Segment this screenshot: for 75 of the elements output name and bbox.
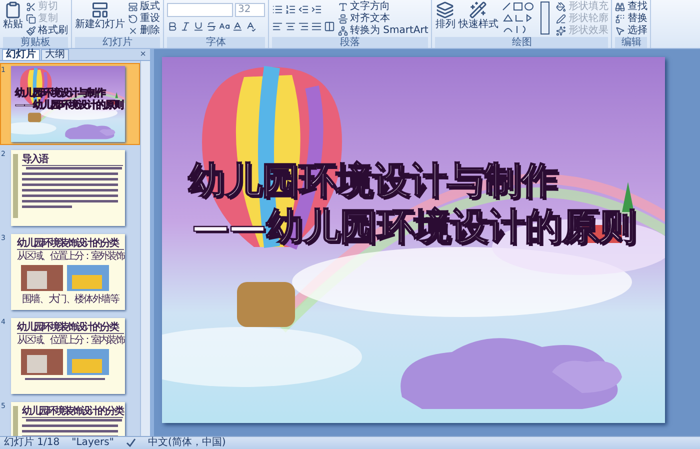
align-right-icon[interactable] bbox=[298, 21, 309, 32]
bold-icon[interactable] bbox=[167, 21, 178, 32]
theme-name: "Layers" bbox=[72, 437, 114, 449]
slide-thumbnail[interactable]: 幼儿园环境装饰设计的分类 bbox=[11, 402, 125, 436]
thumbnail-title: 幼儿园环境装饰设计的分类 bbox=[17, 238, 124, 250]
slide-thumbnail[interactable]: 幼儿园环境装饰设计的分类 从区域、位置上分：室外装饰 围墙、大门、楼体外墙等 bbox=[11, 234, 125, 310]
spellcheck-icon[interactable] bbox=[126, 438, 136, 448]
align-left-icon[interactable] bbox=[272, 21, 283, 32]
fill-icon bbox=[556, 2, 566, 12]
ribbon-command[interactable]: 替换 bbox=[615, 13, 648, 25]
ribbon-button[interactable]: 新建幻灯片 bbox=[75, 1, 125, 30]
ribbon-button[interactable]: 排列 bbox=[435, 1, 456, 30]
numbered-list-icon[interactable] bbox=[285, 4, 296, 15]
ribbon-command[interactable]: 转换为 SmartArt bbox=[338, 25, 428, 37]
ribbon-command[interactable]: 文字方向 bbox=[338, 1, 428, 13]
layout-icon bbox=[91, 1, 109, 19]
outdent-icon[interactable] bbox=[298, 4, 309, 15]
ribbon-command[interactable]: 格式刷 bbox=[26, 25, 68, 37]
language-label: 中文(简体，中国) bbox=[148, 437, 226, 449]
thumbnail-caption: 围墙、大门、楼体外墙等 bbox=[20, 294, 120, 305]
slide-thumbnail[interactable]: 导入语 bbox=[11, 150, 125, 226]
group-label: 幻灯片 bbox=[75, 37, 160, 48]
close-button[interactable]: × bbox=[136, 50, 150, 60]
diagram-icon bbox=[338, 26, 348, 36]
command-icon bbox=[469, 1, 488, 19]
ribbon-command[interactable]: 版式 bbox=[128, 1, 160, 13]
thumbnail-subtitle: 从区域、位置上分：室内装饰 bbox=[17, 335, 124, 346]
paintbrush-icon bbox=[26, 26, 36, 36]
ribbon-command[interactable]: 对齐文本 bbox=[338, 13, 428, 25]
group-label: 字体 bbox=[167, 37, 265, 48]
panel-tab[interactable]: 大纲 bbox=[41, 49, 69, 60]
ribbon-command[interactable]: 选择 bbox=[615, 25, 648, 37]
columns-icon[interactable] bbox=[324, 21, 335, 32]
group-label: 段落 bbox=[272, 37, 428, 48]
ribbon-command[interactable]: 重设 bbox=[128, 13, 160, 25]
align-center-icon[interactable] bbox=[285, 21, 296, 32]
slide-thumbnail[interactable]: 幼儿园环境装饰设计的分类 从区域、位置上分：室内装饰 bbox=[11, 318, 125, 394]
thumbnail-title: 导入语 bbox=[22, 154, 123, 166]
panel-tab[interactable]: 幻灯片 bbox=[2, 49, 40, 60]
text-direction-icon bbox=[338, 2, 348, 12]
copy-icon bbox=[26, 14, 36, 24]
group-label: 编辑 bbox=[615, 37, 648, 48]
spacing-icon[interactable] bbox=[245, 21, 256, 32]
sparkle-icon bbox=[556, 26, 566, 36]
group-label: 绘图 bbox=[435, 37, 608, 48]
delete-icon bbox=[128, 26, 138, 36]
reset-icon bbox=[128, 14, 138, 24]
case-icon[interactable] bbox=[219, 21, 230, 32]
align-icon bbox=[338, 14, 348, 24]
underline-icon[interactable] bbox=[193, 21, 204, 32]
strikethrough-icon[interactable] bbox=[206, 21, 217, 32]
ribbon-button[interactable]: 粘贴 bbox=[3, 1, 23, 30]
scrollbar[interactable] bbox=[140, 61, 150, 436]
pointer-icon bbox=[615, 26, 626, 36]
indent-icon[interactable] bbox=[311, 4, 322, 15]
layout-icon bbox=[128, 2, 138, 12]
thumbnail-subtitle: 从区域、位置上分：室外装饰 bbox=[17, 251, 124, 262]
pen-icon bbox=[556, 14, 566, 24]
ribbon-command[interactable]: 查找 bbox=[615, 1, 648, 13]
ribbon-command[interactable]: 删除 bbox=[128, 25, 160, 37]
clipboard-icon bbox=[4, 1, 22, 19]
scissors-icon bbox=[26, 2, 36, 12]
font-color-icon[interactable] bbox=[232, 21, 243, 32]
replace-icon bbox=[615, 14, 626, 24]
thumbnail-title: 幼儿园环境装饰设计的分类 bbox=[17, 322, 124, 334]
italic-icon[interactable] bbox=[180, 21, 191, 32]
justify-icon[interactable] bbox=[311, 21, 322, 32]
font-name-field[interactable] bbox=[167, 2, 233, 16]
group-label: 剪贴板 bbox=[3, 37, 68, 48]
bullet-list-icon[interactable] bbox=[272, 4, 283, 15]
slide-counter: 幻灯片 1/18 bbox=[4, 437, 60, 449]
thumbnail-title: 幼儿园环境装饰设计的分类 bbox=[22, 406, 123, 418]
ribbon-button[interactable]: 快速样式 bbox=[458, 1, 498, 30]
binoculars-icon bbox=[615, 2, 626, 12]
layers-icon bbox=[436, 1, 454, 19]
